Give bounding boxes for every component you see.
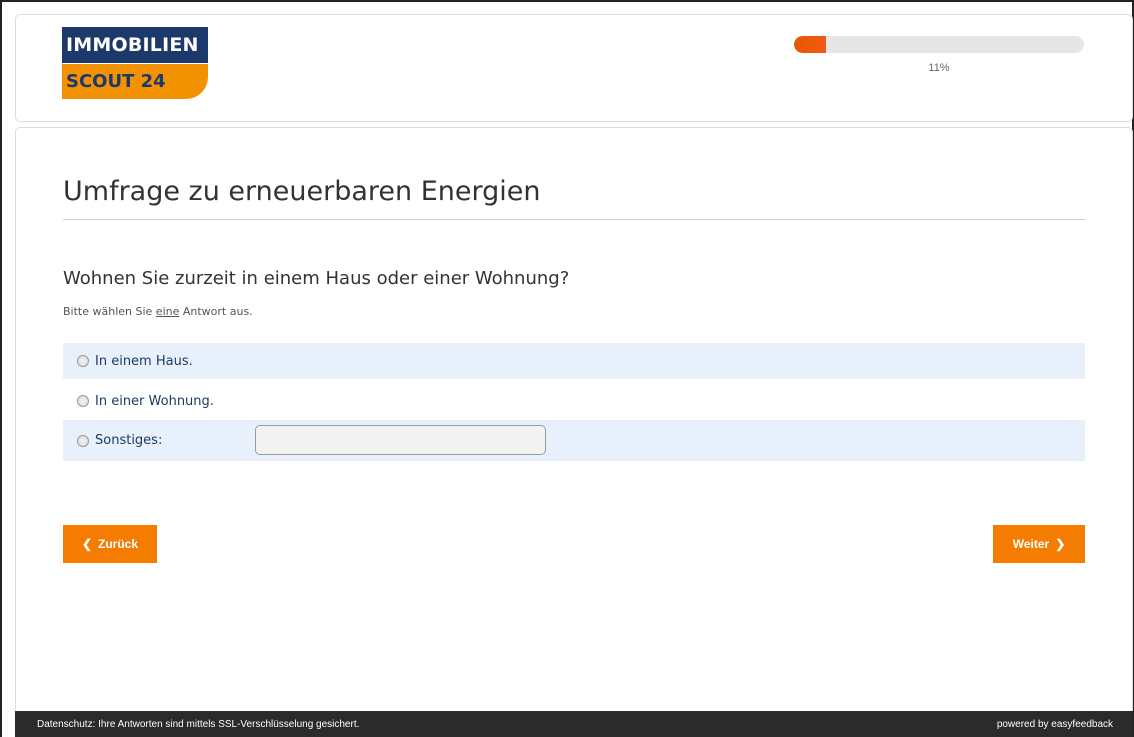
radio-button-icon[interactable] bbox=[77, 355, 89, 367]
option-house[interactable]: In einem Haus. bbox=[63, 343, 1085, 379]
footer-bar: Datenschutz: Ihre Antworten sind mittels… bbox=[15, 711, 1133, 737]
option-apartment[interactable]: In einer Wohnung. bbox=[63, 383, 1085, 419]
back-button-label: Zurück bbox=[98, 537, 139, 551]
logo-line1: IMMOBILIEN bbox=[62, 27, 208, 63]
powered-by-link[interactable]: powered by easyfeedback bbox=[997, 719, 1113, 730]
progress-label: 11% bbox=[928, 62, 950, 74]
title-divider bbox=[63, 219, 1085, 220]
next-button-label: Weiter bbox=[1012, 537, 1050, 551]
chevron-left-icon: ❮ bbox=[81, 537, 93, 551]
logo-line2: SCOUT 24 bbox=[62, 64, 208, 99]
immobilienscout24-logo: IMMOBILIEN SCOUT 24 bbox=[62, 27, 208, 99]
next-button[interactable]: Weiter ❯ bbox=[993, 525, 1085, 563]
other-text-input[interactable] bbox=[255, 425, 546, 455]
option-other[interactable]: Sonstiges: bbox=[63, 420, 1085, 461]
privacy-notice: Datenschutz: Ihre Antworten sind mittels… bbox=[37, 718, 360, 730]
chevron-right-icon: ❯ bbox=[1055, 537, 1066, 551]
instruction-before: Bitte wählen Sie bbox=[63, 305, 156, 318]
instruction-text: Bitte wählen Sie eine Antwort aus. bbox=[63, 305, 253, 318]
option-label: In einer Wohnung. bbox=[95, 393, 214, 409]
progress-fill bbox=[794, 36, 826, 53]
progress-bar bbox=[794, 36, 1084, 53]
back-button[interactable]: ❮ Zurück bbox=[63, 525, 157, 563]
option-label: In einem Haus. bbox=[95, 353, 193, 369]
radio-button-icon[interactable] bbox=[77, 395, 89, 407]
question-text: Wohnen Sie zurzeit in einem Haus oder ei… bbox=[63, 268, 570, 289]
page-title: Umfrage zu erneuerbaren Energien bbox=[63, 176, 541, 207]
instruction-after: Antwort aus. bbox=[179, 305, 253, 318]
option-label: Sonstiges: bbox=[95, 433, 163, 448]
radio-button-icon[interactable] bbox=[77, 434, 89, 447]
instruction-emphasis: eine bbox=[155, 305, 180, 318]
